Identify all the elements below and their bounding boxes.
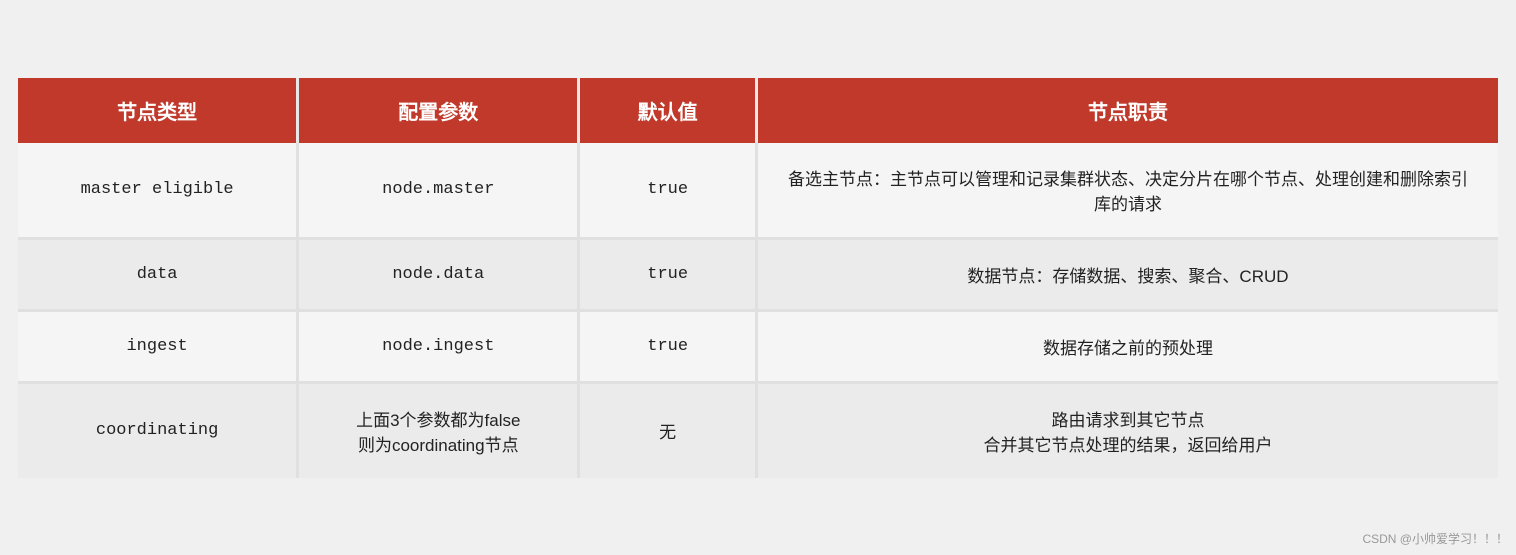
header-default-value: 默认值 [580, 78, 758, 143]
cell-default-ingest: true [580, 312, 758, 384]
main-table-wrapper: 节点类型 配置参数 默认值 节点职责 master eligible node.… [18, 78, 1498, 478]
header-node-type: 节点类型 [18, 78, 299, 143]
cell-default-data: true [580, 240, 758, 312]
param-line2: 则为coordinating节点 [358, 436, 519, 455]
cell-desc-master: 备选主节点：主节点可以管理和记录集群状态、决定分片在哪个节点、处理创建和删除索引… [758, 143, 1498, 240]
node-types-table: 节点类型 配置参数 默认值 节点职责 master eligible node.… [18, 78, 1498, 478]
cell-param-master: node.master [299, 143, 580, 240]
cell-default-master: true [580, 143, 758, 240]
cell-param-ingest: node.ingest [299, 312, 580, 384]
header-config-param: 配置参数 [299, 78, 580, 143]
cell-desc-data: 数据节点：存储数据、搜索、聚合、CRUD [758, 240, 1498, 312]
table-row: master eligible node.master true 备选主节点：主… [18, 143, 1498, 240]
table-row: coordinating 上面3个参数都为false 则为coordinatin… [18, 384, 1498, 478]
table-row: ingest node.ingest true 数据存储之前的预处理 [18, 312, 1498, 384]
cell-type-master: master eligible [18, 143, 299, 240]
cell-type-ingest: ingest [18, 312, 299, 384]
cell-param-data: node.data [299, 240, 580, 312]
cell-param-coordinating: 上面3个参数都为false 则为coordinating节点 [299, 384, 580, 478]
cell-type-coordinating: coordinating [18, 384, 299, 478]
cell-desc-coordinating: 路由请求到其它节点 合并其它节点处理的结果，返回给用户 [758, 384, 1498, 478]
desc-line2: 合并其它节点处理的结果，返回给用户 [983, 436, 1272, 455]
header-node-responsibility: 节点职责 [758, 78, 1498, 143]
watermark-text: CSDN @小帅爱学习！！！ [1362, 530, 1508, 547]
table-header-row: 节点类型 配置参数 默认值 节点职责 [18, 78, 1498, 143]
cell-type-data: data [18, 240, 299, 312]
table-row: data node.data true 数据节点：存储数据、搜索、聚合、CRUD [18, 240, 1498, 312]
cell-default-coordinating: 无 [580, 384, 758, 478]
desc-line1: 路由请求到其它节点 [1051, 411, 1204, 430]
cell-desc-ingest: 数据存储之前的预处理 [758, 312, 1498, 384]
param-line1: 上面3个参数都为false [356, 411, 520, 430]
